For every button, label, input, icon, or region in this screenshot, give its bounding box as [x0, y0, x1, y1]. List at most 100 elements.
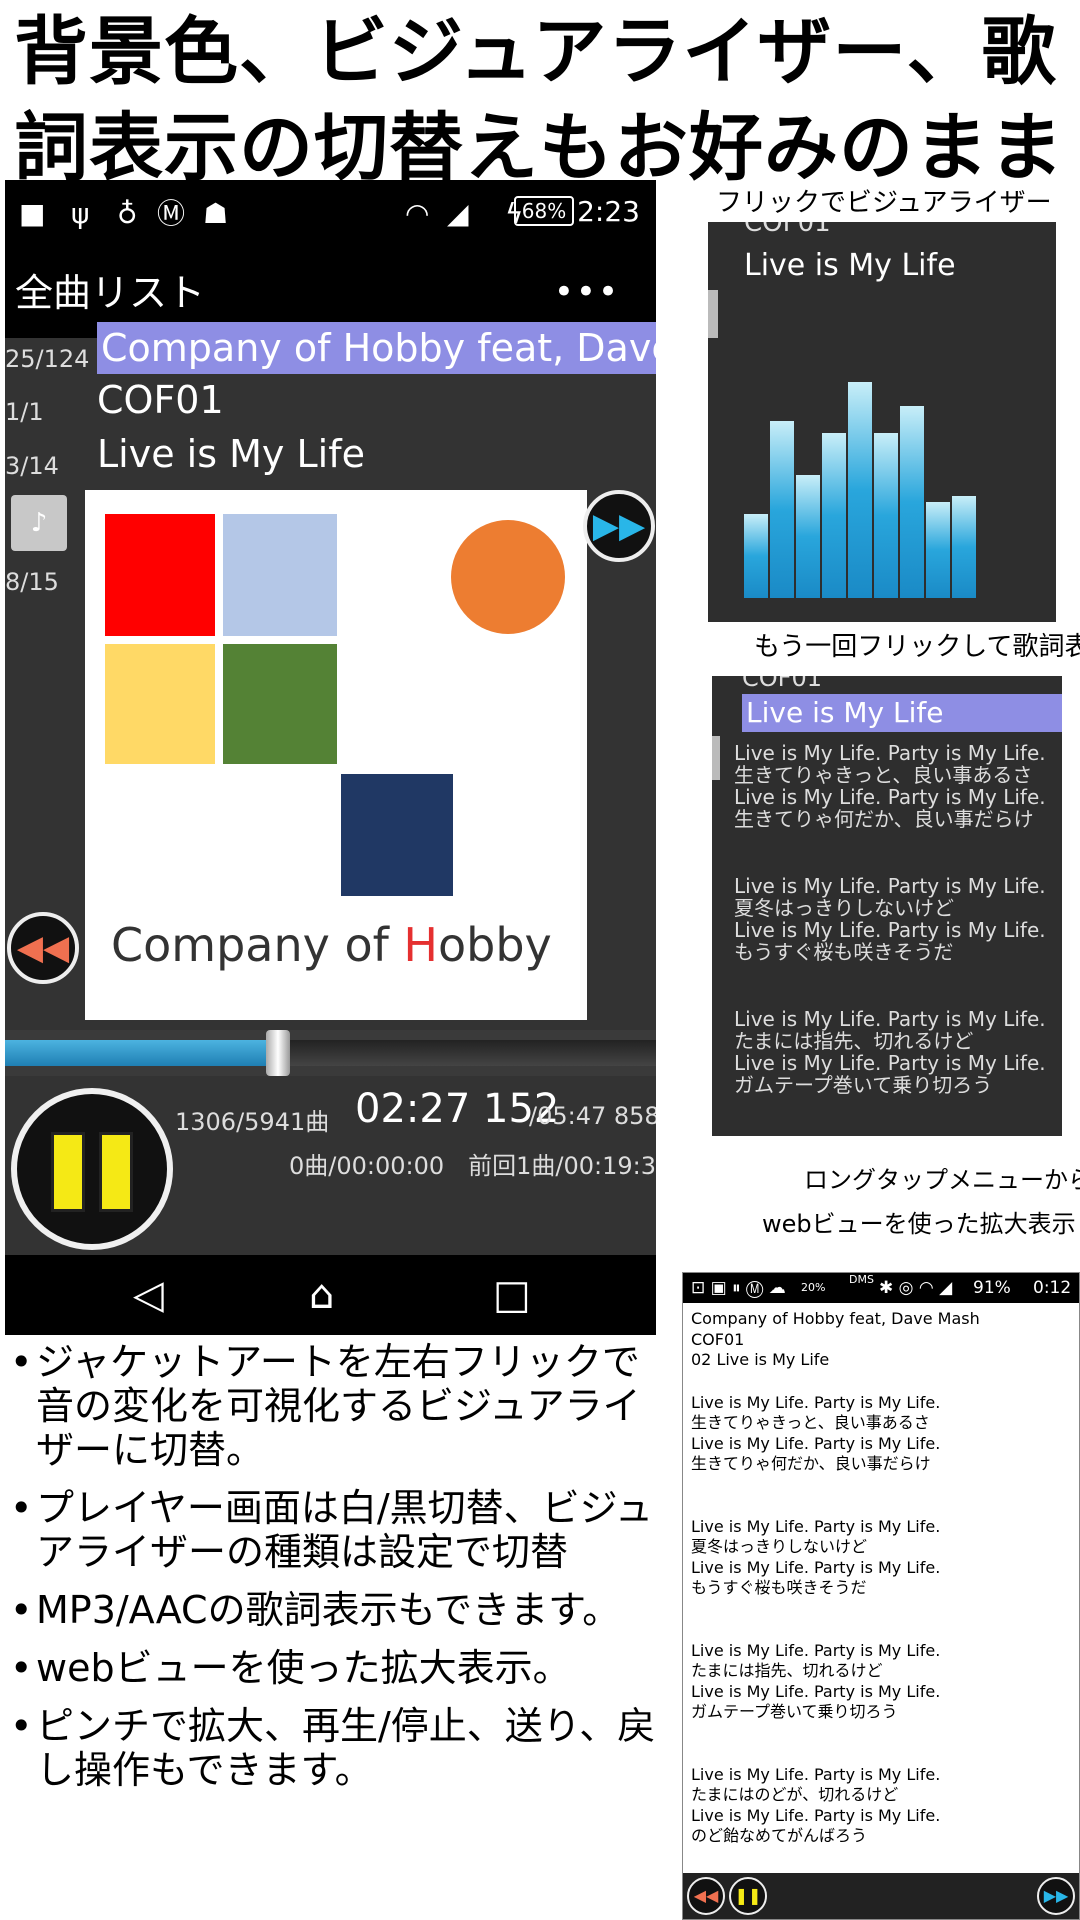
bullet-item: ジャケットアートを左右フリックで音の変化を可視化するビジュアライザーに切替。 — [6, 1340, 666, 1472]
volume-button[interactable]: ♪ — [11, 495, 67, 551]
webview-line: 夏冬はっきりしないけど — [691, 1537, 868, 1556]
webview-status-icons: ⊡ ▣ ⏸ Ⓜ ☁ — [691, 1278, 786, 1298]
webview-line: 生きてりゃ何だか、良い事だらけ — [691, 1454, 931, 1473]
bullet-item: webビューを使った拡大表示。 — [6, 1646, 666, 1690]
album-art[interactable]: Company of Hobby — [85, 490, 587, 1020]
webview-battery: 91% — [973, 1278, 1011, 1298]
art-red-square — [105, 514, 215, 636]
webview-line: Live is My Life. Party is My Life. — [691, 1433, 941, 1453]
signal-icon: ◢ — [447, 197, 469, 230]
status-bar: ■ ψ ♁ Ⓜ ☗ ◠ ◢ ϟ 68% 2:23 — [5, 180, 656, 248]
visualizer-caption: フリックでビジュアライザー — [716, 188, 1052, 218]
lyric-line: Live is My Life. Party is My Life. — [734, 785, 1046, 809]
lyric-line: 生きてりゃ何だか、良い事だらけ — [734, 807, 1034, 831]
page-headline: 背景色、ビジュアライザー、歌詞表示の切替えもお好みのまま — [14, 9, 1064, 191]
bullet-item: プレイヤー画面は白/黒切替、ビジュアライザーの種類は設定で切替 — [6, 1486, 666, 1574]
visualizer-bar — [770, 421, 794, 598]
album-art-text: Company of Hobby — [111, 918, 552, 972]
webview-line: Company of Hobby feat, Dave Mash — [691, 1309, 980, 1328]
webview-status-icons-right: ✱ ◎ ◠ ◢ — [879, 1278, 953, 1298]
artist-title-highlight[interactable]: Company of Hobby feat, Dave Mash — [97, 322, 656, 374]
webview-status-bar: ⊡ ▣ ⏸ Ⓜ ☁ 20% DMS ✱ ◎ ◠ ◢ 91% 0:12 — [683, 1273, 1079, 1303]
visualizer-bar — [900, 406, 924, 598]
panel-edge-button — [712, 736, 720, 780]
visualizer-bar — [952, 496, 976, 598]
square-icon: ■ — [19, 197, 46, 230]
visualizer-bar — [796, 475, 820, 598]
m-badge-icon: Ⓜ — [157, 197, 186, 230]
track-title[interactable]: Live is My Life — [97, 432, 365, 476]
track-count: 1306/5941曲 — [175, 1108, 330, 1136]
app-bar-title[interactable]: 全曲リスト — [15, 268, 205, 318]
lyric-line: Live is My Life. Party is My Life. — [734, 874, 1046, 898]
lyric-line: 夏冬はっきりしないけど — [734, 896, 954, 920]
lyrics-title-highlight: Live is My Life — [742, 694, 1062, 732]
lyrics-caption: もう一回フリックして歌詞表示 — [754, 632, 1080, 662]
artist-index: 25/124 — [5, 345, 90, 373]
art-green-square — [223, 644, 337, 764]
lyric-line: たまには指先、切れるけど — [734, 1029, 974, 1053]
visualizer-bar — [822, 433, 846, 598]
visualizer-bar — [744, 514, 768, 598]
webview-line: のど飴なめてがんばろう — [691, 1826, 868, 1845]
seek-bar-track — [278, 1040, 656, 1066]
webview-line: COF01 — [691, 1329, 745, 1349]
webview-screen: ⊡ ▣ ⏸ Ⓜ ☁ 20% DMS ✱ ◎ ◠ ◢ 91% 0:12 Compa… — [682, 1272, 1080, 1920]
feature-bullets: ジャケットアートを左右フリックで音の変化を可視化するビジュアライザーに切替。 プ… — [6, 1340, 666, 1806]
back-icon[interactable]: ◁ — [133, 1267, 164, 1323]
webview-pause-icon[interactable]: ❚❚ — [729, 1877, 767, 1915]
next-track-icon[interactable]: ▶▶ — [583, 490, 655, 562]
bullet-item: MP3/AACの歌詞表示もできます。 — [6, 1588, 666, 1632]
album-title[interactable]: COF01 — [97, 378, 224, 422]
lyric-line: Live is My Life. Party is My Life. — [734, 741, 1046, 765]
art-lightblue-square — [223, 514, 337, 636]
webview-line: Live is My Life. Party is My Life. — [691, 1681, 941, 1701]
webview-previous-icon[interactable]: ◀◀ — [687, 1877, 725, 1915]
webview-line: 生きてりゃきっと、良い事あるさ — [691, 1413, 930, 1432]
seek-bar-fill — [5, 1040, 278, 1066]
wifi-icon: ◠ — [405, 197, 430, 230]
art-yellow-square — [105, 644, 215, 764]
webview-next-icon[interactable]: ▶▶ — [1037, 1877, 1075, 1915]
webview-time: 0:12 — [1033, 1278, 1072, 1298]
visualizer-panel: COF01 Live is My Life — [708, 222, 1056, 622]
webview-line: 02 Live is My Life — [691, 1350, 830, 1369]
webview-controls: ◀◀ ❚❚ ▶▶ — [683, 1873, 1079, 1919]
lyric-line: もうすぐ桜も咲きそうだ — [734, 940, 954, 964]
total-time: /05:47 858 — [529, 1102, 656, 1130]
webview-line: Live is My Life. Party is My Life. — [691, 1516, 941, 1536]
seek-bar[interactable] — [5, 1030, 656, 1076]
seek-bar-thumb[interactable] — [266, 1030, 290, 1076]
overflow-menu-icon[interactable]: ••• — [554, 272, 620, 312]
webview-dms: DMS — [849, 1273, 874, 1286]
visualizer-bar — [848, 382, 872, 598]
previous-track-icon[interactable]: ◀◀ — [7, 912, 79, 984]
webview-weather: 20% — [801, 1281, 826, 1294]
recents-icon[interactable]: □ — [493, 1267, 531, 1323]
webview-line: Live is My Life. Party is My Life. — [691, 1640, 941, 1660]
webview-line: ガムテープ巻いて乗り切ろう — [691, 1702, 898, 1721]
lyric-line: 生きてりゃきっと、良い事あるさ — [734, 763, 1033, 787]
art-navy-square — [341, 774, 453, 896]
navigation-bar: ◁ ⌂ □ — [5, 1255, 656, 1335]
webview-line: たまにはのどが、切れるけど — [691, 1785, 899, 1804]
lyric-line: Live is My Life. Party is My Life. — [734, 1051, 1046, 1075]
visualizer-bar — [926, 502, 950, 598]
bullet-item: ピンチで拡大、再生/停止、送り、戻し操作もできます。 — [6, 1704, 666, 1792]
webview-line: Live is My Life. Party is My Life. — [691, 1557, 941, 1577]
track-index: 3/14 — [5, 452, 59, 480]
visualizer-bars — [708, 222, 1056, 622]
visualizer-bar — [874, 433, 898, 598]
pause-icon[interactable] — [11, 1088, 173, 1250]
sub-index: 8/15 — [5, 568, 59, 596]
webview-line: もうすぐ桜も咲きそうだ — [691, 1578, 867, 1597]
lyrics-panel: COF01 Live is My Life Live is My Life. P… — [712, 676, 1062, 1136]
webview-line: たまには指先、切れるけど — [691, 1661, 883, 1680]
home-icon[interactable]: ⌂ — [309, 1267, 334, 1323]
battery-level: 68% — [514, 196, 574, 226]
lyrics-top-cut: COF01 — [742, 676, 822, 692]
webview-caption-2: webビューを使った拡大表示 — [762, 1210, 1076, 1238]
android-icon: ☗ — [203, 197, 229, 230]
lyric-line: Live is My Life. Party is My Life. — [734, 1007, 1046, 1031]
webview-line: Live is My Life. Party is My Life. — [691, 1764, 941, 1784]
